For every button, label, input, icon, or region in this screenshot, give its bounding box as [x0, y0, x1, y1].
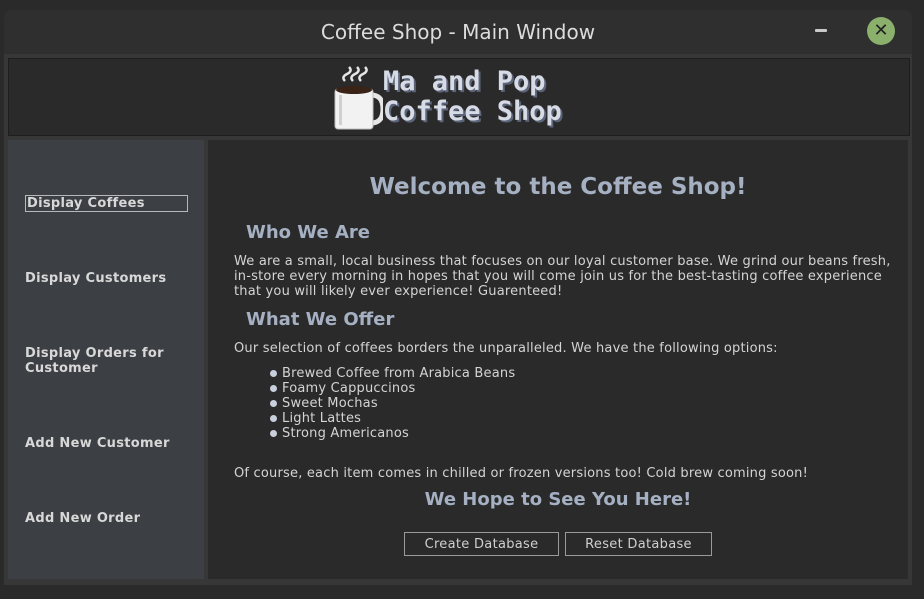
- sidebar-item-display-coffees[interactable]: Display Coffees: [25, 195, 188, 212]
- bullet-icon: [270, 370, 277, 377]
- main-content: Welcome to the Coffee Shop! Who We Are W…: [208, 140, 908, 579]
- who-we-are-heading: Who We Are: [246, 222, 371, 243]
- reset-database-button[interactable]: Reset Database: [565, 532, 712, 556]
- logo-line-2: Coffee Shop: [383, 96, 562, 127]
- main-frame: Ma and Pop Coffee Shop Display Coffees D…: [4, 54, 912, 585]
- create-database-button[interactable]: Create Database: [404, 532, 559, 556]
- welcome-heading: Welcome to the Coffee Shop!: [369, 174, 747, 200]
- bullet-icon: [270, 385, 277, 392]
- who-we-are-text: We are a small, local business that focu…: [234, 254, 891, 299]
- offerings-list: Brewed Coffee from Arabica Beans Foamy C…: [270, 366, 515, 441]
- sidebar: Display Coffees Display Customers Displa…: [8, 140, 204, 579]
- list-item: Light Lattes: [270, 411, 515, 426]
- list-item: Foamy Cappuccinos: [270, 381, 515, 396]
- list-item: Brewed Coffee from Arabica Beans: [270, 366, 515, 381]
- coffee-mug-icon: [334, 66, 383, 130]
- sidebar-item-add-order[interactable]: Add New Order: [25, 511, 140, 526]
- what-we-offer-heading: What We Offer: [246, 309, 395, 330]
- logo-text: Ma and Pop Coffee Shop: [383, 67, 562, 127]
- closing-heading: We Hope to See You Here!: [424, 489, 692, 510]
- bullet-icon: [270, 430, 277, 437]
- list-item: Strong Americanos: [270, 426, 515, 441]
- sidebar-item-display-orders[interactable]: Display Orders for Customer: [25, 346, 175, 376]
- header-banner: Ma and Pop Coffee Shop: [8, 58, 910, 136]
- close-icon[interactable]: ✕: [867, 17, 895, 45]
- bullet-icon: [270, 400, 277, 407]
- list-item: Sweet Mochas: [270, 396, 515, 411]
- logo-line-1: Ma and Pop: [383, 66, 546, 97]
- minimize-icon[interactable]: [814, 20, 828, 40]
- app-window: Coffee Shop - Main Window ✕ Ma and Pop C…: [0, 0, 924, 599]
- bullet-icon: [270, 415, 277, 422]
- versions-note-text: Of course, each item comes in chilled or…: [234, 466, 809, 481]
- title-bar[interactable]: Coffee Shop - Main Window ✕: [4, 10, 912, 54]
- offer-intro-text: Our selection of coffees borders the unp…: [234, 341, 778, 356]
- window-title: Coffee Shop - Main Window: [320, 20, 596, 44]
- logo: Ma and Pop Coffee Shop: [331, 65, 591, 131]
- sidebar-item-add-customer[interactable]: Add New Customer: [25, 436, 170, 451]
- sidebar-item-display-customers[interactable]: Display Customers: [25, 271, 166, 286]
